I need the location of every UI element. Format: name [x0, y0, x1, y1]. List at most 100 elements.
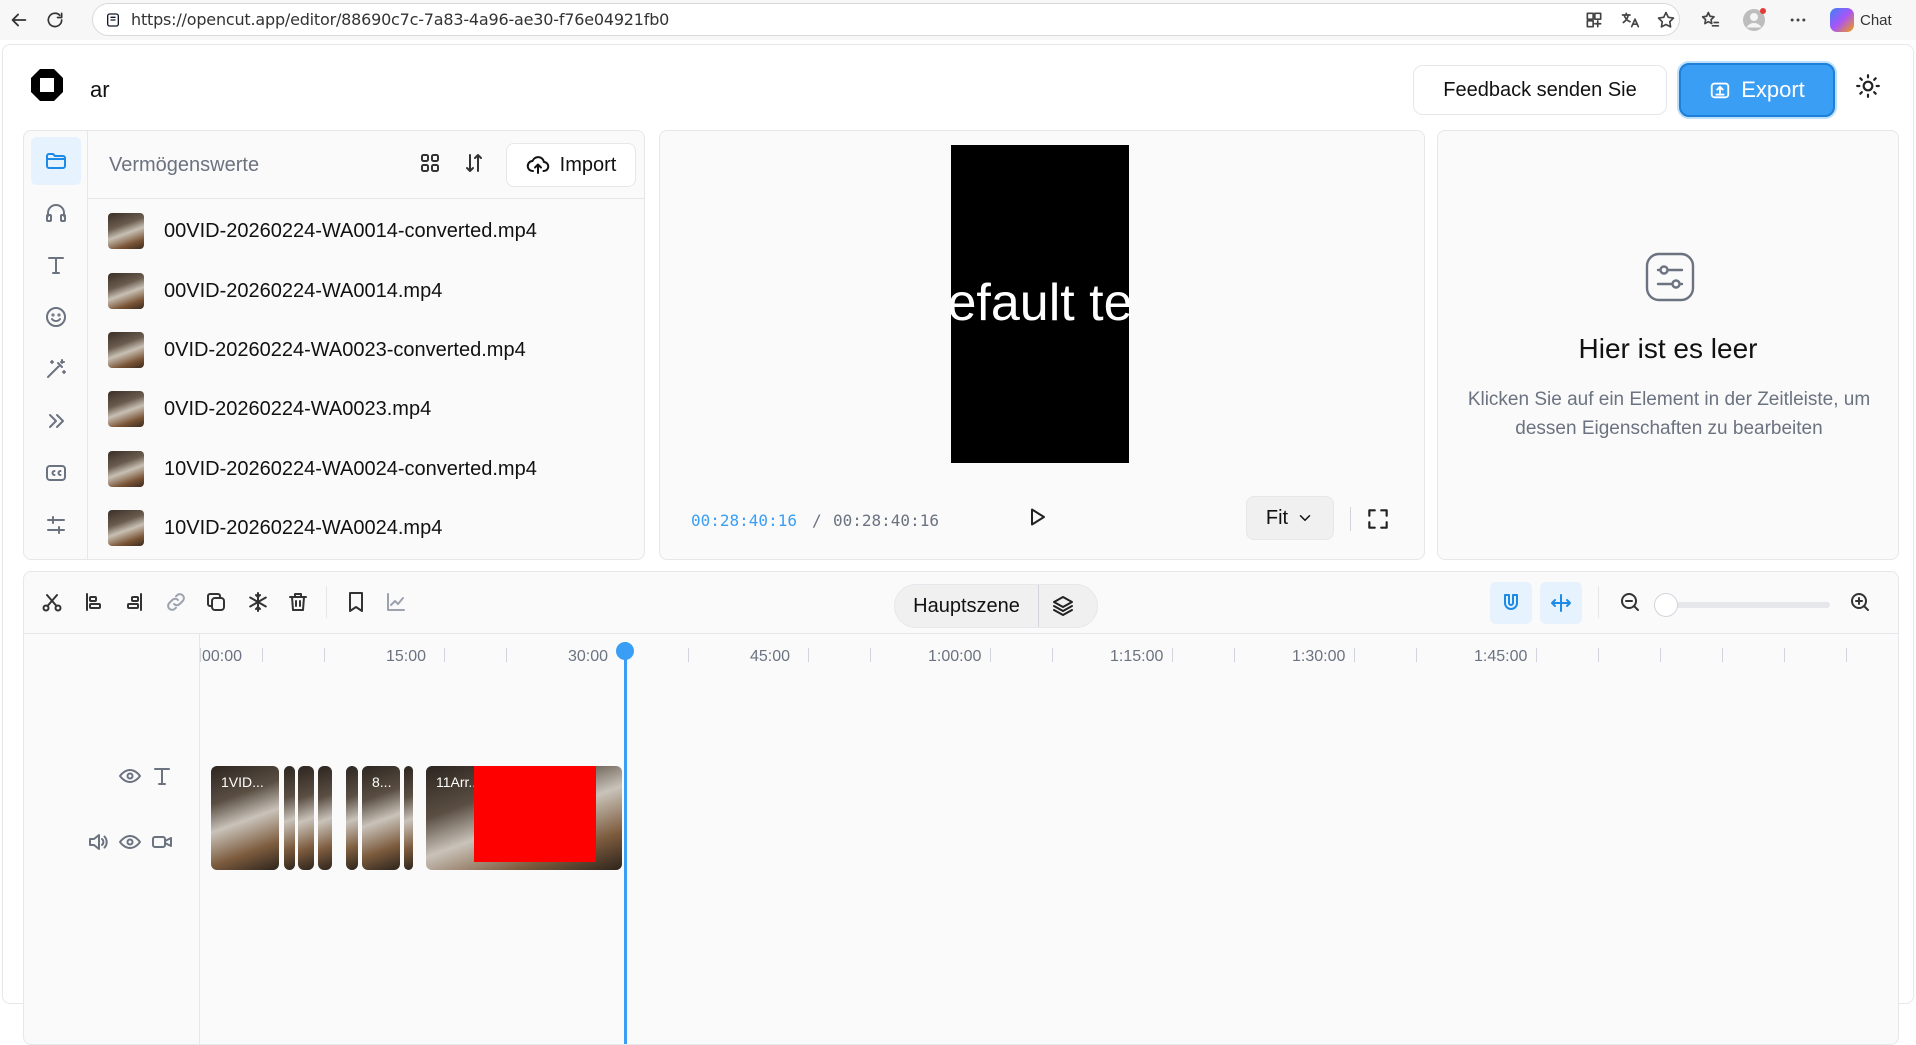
apps-icon[interactable] [1580, 6, 1608, 34]
zoom-slider-track[interactable] [1664, 602, 1830, 608]
assets-panel: Vermögenswerte Import 00VID-20260224-WA0… [23, 130, 645, 560]
video-clip[interactable] [404, 766, 413, 870]
text-track-icon [150, 764, 174, 788]
play-icon[interactable] [1025, 505, 1049, 529]
align-left-icon[interactable] [82, 590, 108, 616]
opencut-logo-icon[interactable] [30, 68, 64, 102]
keyframe-graph-icon[interactable] [384, 590, 410, 616]
sort-icon[interactable] [462, 151, 486, 175]
export-label: Export [1741, 77, 1805, 102]
ruler-tick [1052, 648, 1053, 662]
profile-avatar-icon[interactable] [1740, 6, 1768, 34]
asset-item[interactable]: 0VID-20260224-WA0023.mp4 [88, 385, 638, 433]
ruler-tick [990, 648, 991, 662]
ruler-tick [324, 648, 325, 662]
favorite-star-icon[interactable] [1652, 6, 1680, 34]
more-options-icon[interactable] [1784, 6, 1812, 34]
import-button[interactable]: Import [506, 143, 636, 187]
tab-audio-headphones-icon[interactable] [31, 189, 81, 237]
editor-app: ar Feedback senden Sie Export Vermögensw… [2, 44, 1914, 1045]
asset-name: 0VID-20260224-WA0023.mp4 [164, 397, 432, 420]
tab-adjust-sliders-icon[interactable] [31, 501, 81, 549]
video-track-mute-speaker-icon[interactable] [86, 830, 110, 854]
project-name[interactable]: ar [90, 77, 110, 103]
scene-selector[interactable]: Hauptszene [894, 584, 1098, 628]
fit-label: Fit [1265, 506, 1289, 529]
preview-canvas[interactable]: efault te [951, 145, 1129, 463]
video-track-visibility-eye-icon[interactable] [118, 830, 142, 854]
video-clip[interactable]: 8... [362, 766, 400, 870]
ripple-edit-arrows-icon[interactable] [1540, 582, 1582, 624]
tab-captions-cc-icon[interactable] [31, 449, 81, 497]
translate-icon[interactable] [1616, 6, 1644, 34]
tab-effects-wand-icon[interactable] [31, 345, 81, 393]
timeline-panel: Hauptszene 00:00 15:00 30:00 45:00 1:00:… [23, 571, 1899, 1045]
video-clip[interactable] [346, 766, 358, 870]
ruler-tick [1660, 648, 1661, 662]
video-clip[interactable]: 1VID... [211, 766, 279, 870]
magnet-snapping-icon[interactable] [1490, 582, 1532, 624]
video-clip[interactable] [318, 766, 332, 870]
favorites-list-icon[interactable] [1696, 6, 1724, 34]
asset-thumbnail [108, 451, 144, 487]
playhead-line[interactable] [624, 642, 627, 1044]
fullscreen-icon[interactable] [1365, 506, 1391, 532]
asset-item[interactable]: 0VID-20260224-WA0023-converted.mp4 [88, 326, 638, 374]
export-button[interactable]: Export [1679, 63, 1835, 117]
asset-name: 10VID-20260224-WA0024.mp4 [164, 516, 443, 539]
video-track-camera-icon [150, 830, 174, 854]
timeline-ruler[interactable]: 00:00 15:00 30:00 45:00 1:00:00 1:15:00 … [200, 634, 1898, 674]
ruler-tick [688, 648, 689, 662]
freeze-snowflake-icon[interactable] [246, 590, 272, 616]
back-icon[interactable] [4, 5, 34, 35]
url-text[interactable]: https://opencut.app/editor/88690c7c-7a83… [131, 10, 669, 29]
zoom-out-icon[interactable] [1618, 590, 1642, 614]
ruler-tick [1722, 648, 1723, 662]
tab-text-icon[interactable] [31, 241, 81, 289]
align-right-icon[interactable] [122, 590, 148, 616]
ruler-tick [808, 648, 809, 662]
tab-stickers-smile-icon[interactable] [31, 293, 81, 341]
copilot-chat-button[interactable]: Chat [1830, 6, 1892, 34]
text-track-visibility-eye-icon[interactable] [118, 764, 142, 788]
zoom-slider-thumb[interactable] [1654, 593, 1678, 617]
grid-view-icon[interactable] [418, 151, 442, 175]
divider [1350, 507, 1351, 531]
chat-label: Chat [1860, 11, 1892, 29]
scene-label[interactable]: Hauptszene [895, 585, 1039, 627]
asset-item[interactable]: 10VID-20260224-WA0024-converted.mp4 [88, 445, 638, 493]
empty-state-description: Klicken Sie auf ein Element in der Zeitl… [1467, 389, 1871, 439]
link-icon[interactable] [164, 590, 190, 616]
address-bar[interactable]: https://opencut.app/editor/88690c7c-7a83… [92, 3, 1680, 36]
tab-media-folder-icon[interactable] [31, 137, 81, 185]
zoom-in-icon[interactable] [1848, 590, 1872, 614]
asset-item[interactable]: 00VID-20260224-WA0014-converted.mp4 [88, 207, 638, 255]
layers-icon[interactable] [1051, 594, 1075, 618]
video-clip[interactable] [284, 766, 295, 870]
playhead-handle[interactable] [616, 642, 634, 660]
asset-item[interactable]: 00VID-20260224-WA0014.mp4 [88, 267, 638, 315]
current-time: 00:28:40:16 [691, 511, 797, 530]
ruler-tick [1598, 648, 1599, 662]
assets-header: Vermögenswerte Import [88, 131, 644, 199]
theme-toggle-sun-icon[interactable] [1855, 73, 1889, 107]
duplicate-icon[interactable] [204, 590, 230, 616]
asset-item[interactable]: 10VID-20260224-WA0024.mp4 [88, 504, 638, 552]
assets-title: Vermögenswerte [109, 154, 260, 176]
ruler-label: 00:00 [202, 648, 243, 665]
tab-transitions-chevrons-icon[interactable] [31, 397, 81, 445]
bookmark-icon[interactable] [344, 590, 370, 616]
feedback-button[interactable]: Feedback senden Sie [1413, 65, 1667, 115]
split-scissors-icon[interactable] [40, 590, 66, 616]
fit-dropdown[interactable]: Fit [1246, 496, 1334, 540]
site-info-icon[interactable] [105, 12, 121, 28]
reload-icon[interactable] [40, 5, 70, 35]
properties-panel: Hier ist es leer Klicken Sie auf ein Ele… [1437, 130, 1899, 560]
red-overlay-element[interactable] [474, 766, 596, 862]
ruler-tick [1536, 648, 1537, 662]
delete-trash-icon[interactable] [286, 590, 312, 616]
ruler-tick [1784, 648, 1785, 662]
video-clip[interactable] [298, 766, 314, 870]
preview-overlay-text: efault te [951, 274, 1129, 332]
asset-name: 00VID-20260224-WA0014-converted.mp4 [164, 219, 537, 242]
